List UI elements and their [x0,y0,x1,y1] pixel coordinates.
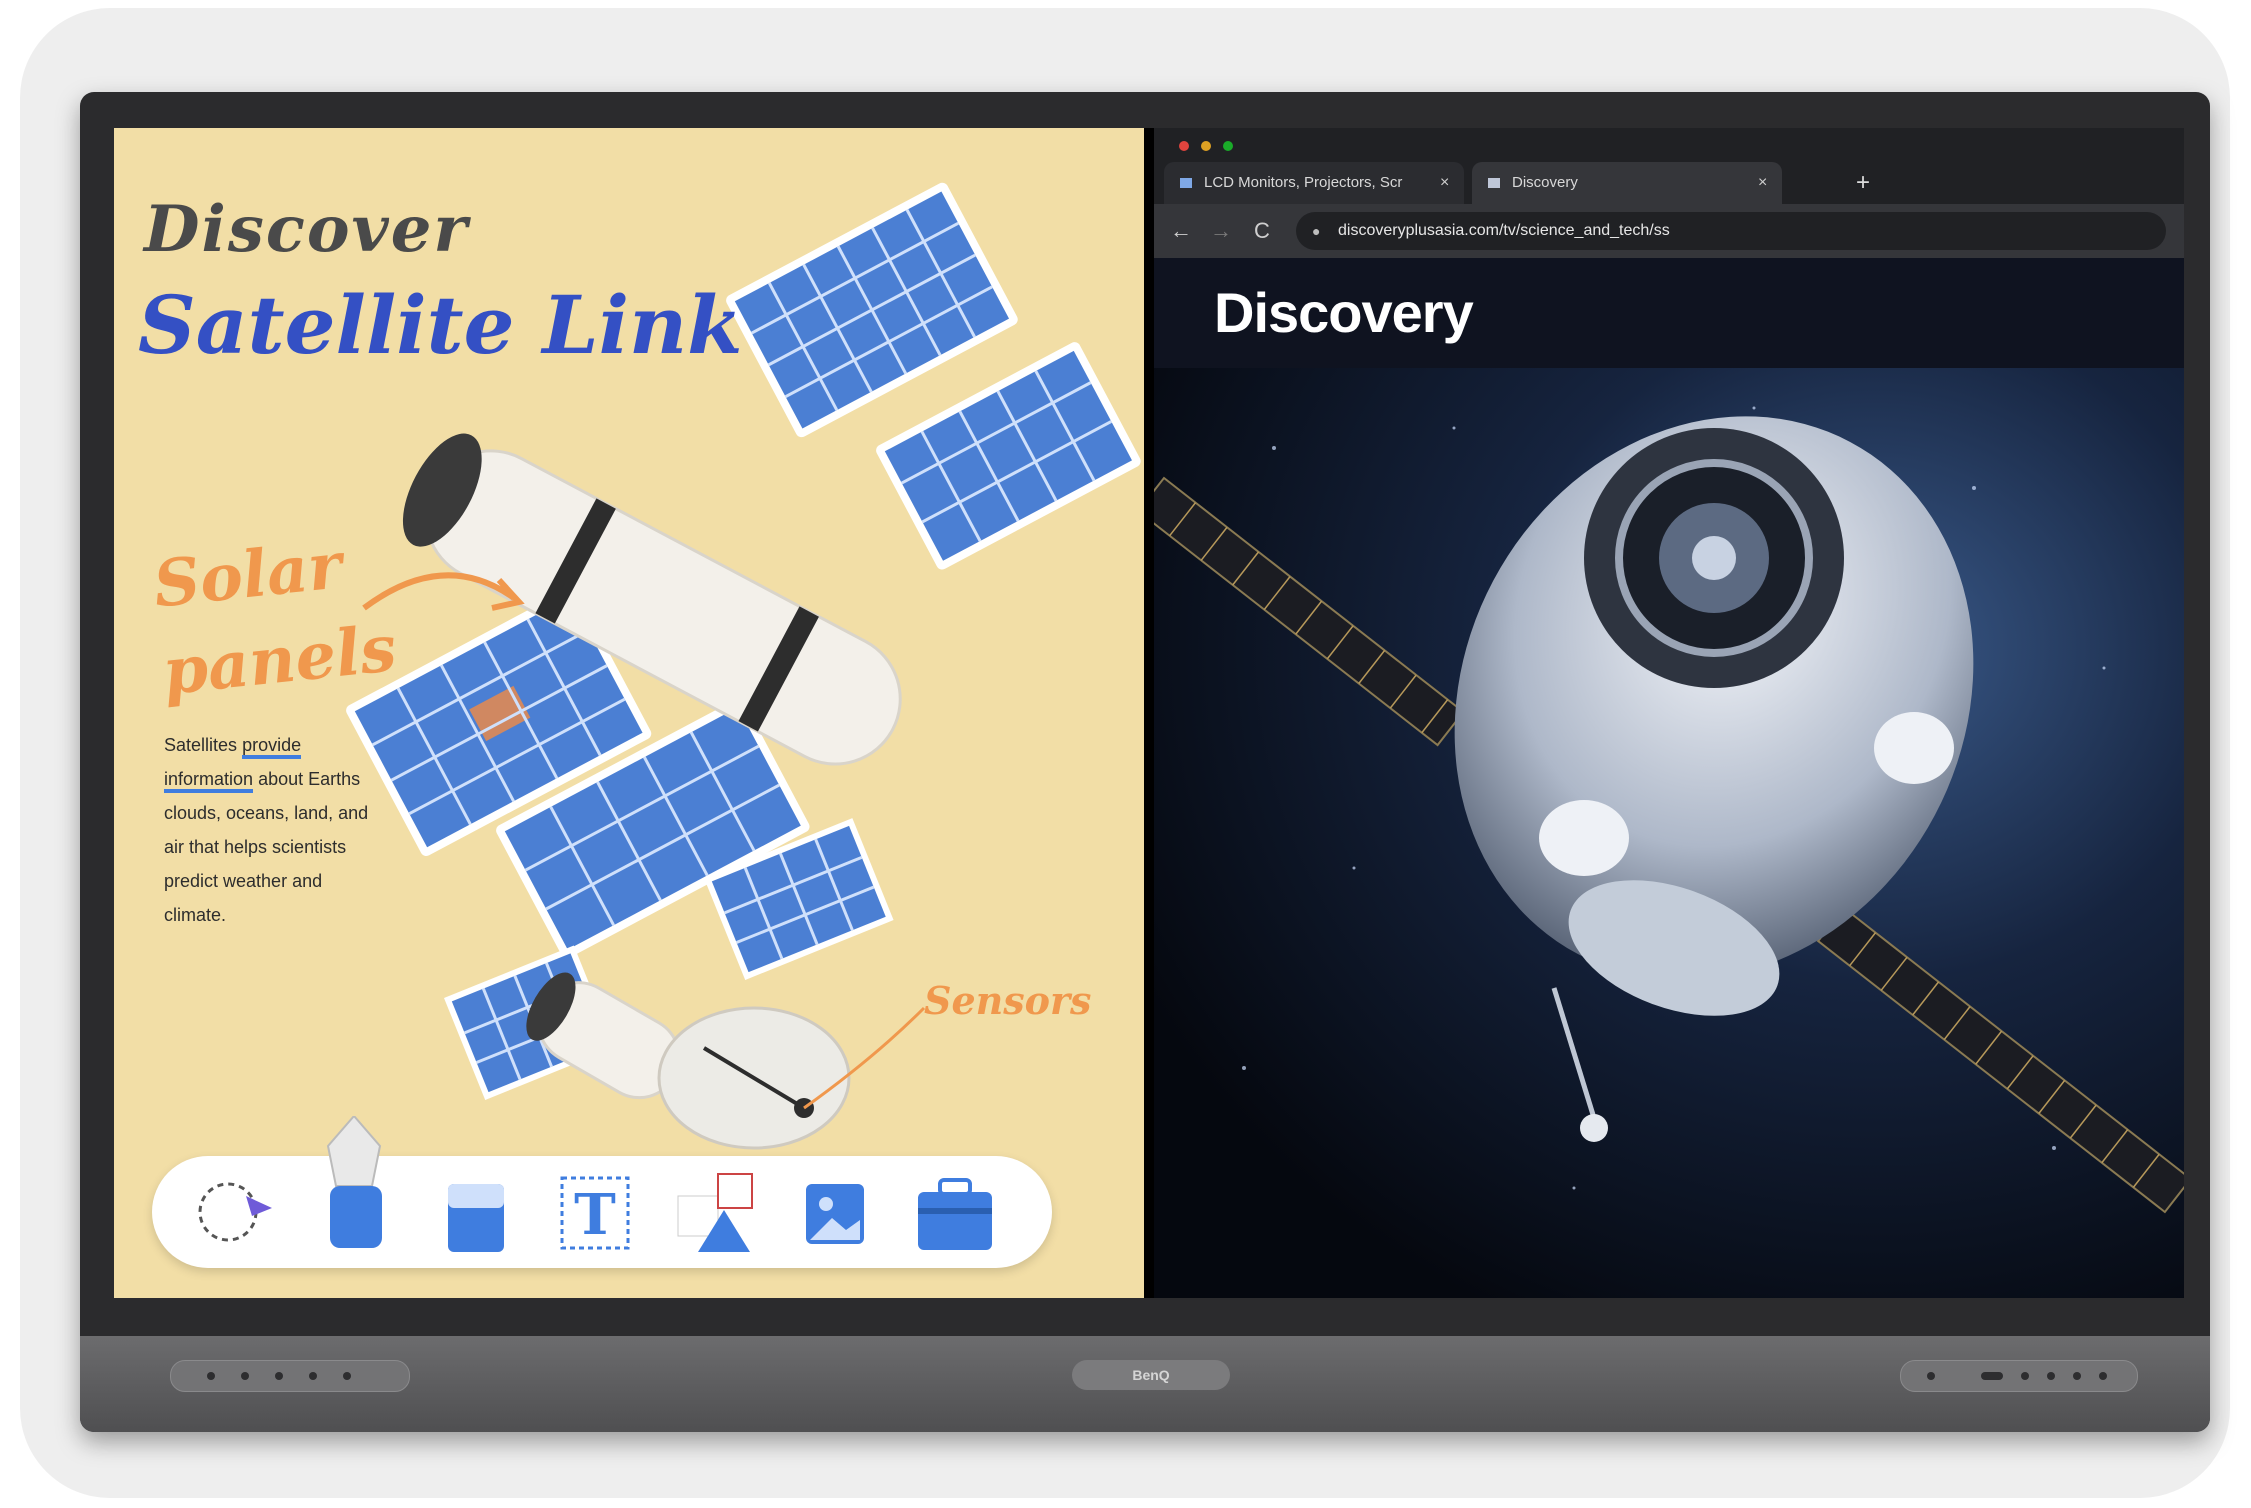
lock-icon: ● [1312,223,1321,239]
pen-tool[interactable] [308,1114,400,1248]
insert-image-tool[interactable] [788,1166,880,1258]
tab-favicon [1488,178,1500,188]
browser-toolbar: ← → C ● discoveryplusasia.com/tv/science… [1154,204,2184,258]
front-io-ports-left [170,1360,410,1392]
tab-favicon [1180,178,1192,188]
whiteboard-toolbar: T [152,1114,1052,1268]
forward-button[interactable]: → [1210,214,1232,248]
whiteboard-body-text: Satellites provide information about Ear… [164,728,384,932]
screen: Discover Satellite Link Solar panels Sen… [114,128,2184,1298]
front-io-ports-right [1900,1360,2138,1392]
lasso-select-tool[interactable] [188,1166,280,1258]
tab-lcd-monitors[interactable]: LCD Monitors, Projectors, Scr × [1164,162,1464,204]
back-button[interactable]: ← [1170,214,1192,248]
close-icon[interactable]: × [1440,162,1449,204]
tab-strip: LCD Monitors, Projectors, Scr × Discover… [1154,162,2184,204]
toolbox-tool[interactable] [908,1166,1000,1258]
browser-chrome: LCD Monitors, Projectors, Scr × Discover… [1154,128,2184,258]
tab-discovery[interactable]: Discovery × [1472,162,1782,204]
reload-button[interactable]: C [1254,214,1270,248]
discovery-logo[interactable]: Discovery [1214,280,1474,345]
whiteboard-pane[interactable]: Discover Satellite Link Solar panels Sen… [114,128,1144,1298]
annotation-sensors: Sensors [924,978,1092,1023]
address-bar[interactable]: ● discoveryplusasia.com/tv/science_and_t… [1296,212,2166,250]
whiteboard-title-line1: Discover [144,192,470,267]
whiteboard-title-line2: Satellite Link [138,278,743,372]
svg-text:T: T [574,1182,616,1248]
body-text-start: Satellites [164,735,238,755]
shapes-icon [677,1173,753,1252]
tab-label: LCD Monitors, Projectors, Scr [1204,174,1403,191]
toolbox-icon [918,1178,992,1250]
image-icon [806,1184,864,1244]
spacecraft-hero-image [1154,368,2184,1298]
lasso-icon [198,1182,272,1242]
window-controls [1179,141,1233,151]
tab-label: Discovery [1512,174,1578,191]
url-text: discoveryplusasia.com/tv/science_and_tec… [1338,222,1670,239]
text-icon: T [560,1176,630,1250]
brand-logo: BenQ [1072,1360,1230,1390]
eraser-tool[interactable] [428,1166,520,1258]
text-tool[interactable]: T [548,1166,640,1258]
eraser-icon [448,1184,504,1252]
browser-window: LCD Monitors, Projectors, Scr × Discover… [1154,128,2184,1298]
close-icon[interactable]: × [1758,162,1767,204]
new-tab-button[interactable]: + [1856,162,1870,204]
shapes-tool[interactable] [668,1166,760,1258]
pen-icon [326,1114,382,1248]
annotation-solar-panels: Solar panels [150,528,400,711]
